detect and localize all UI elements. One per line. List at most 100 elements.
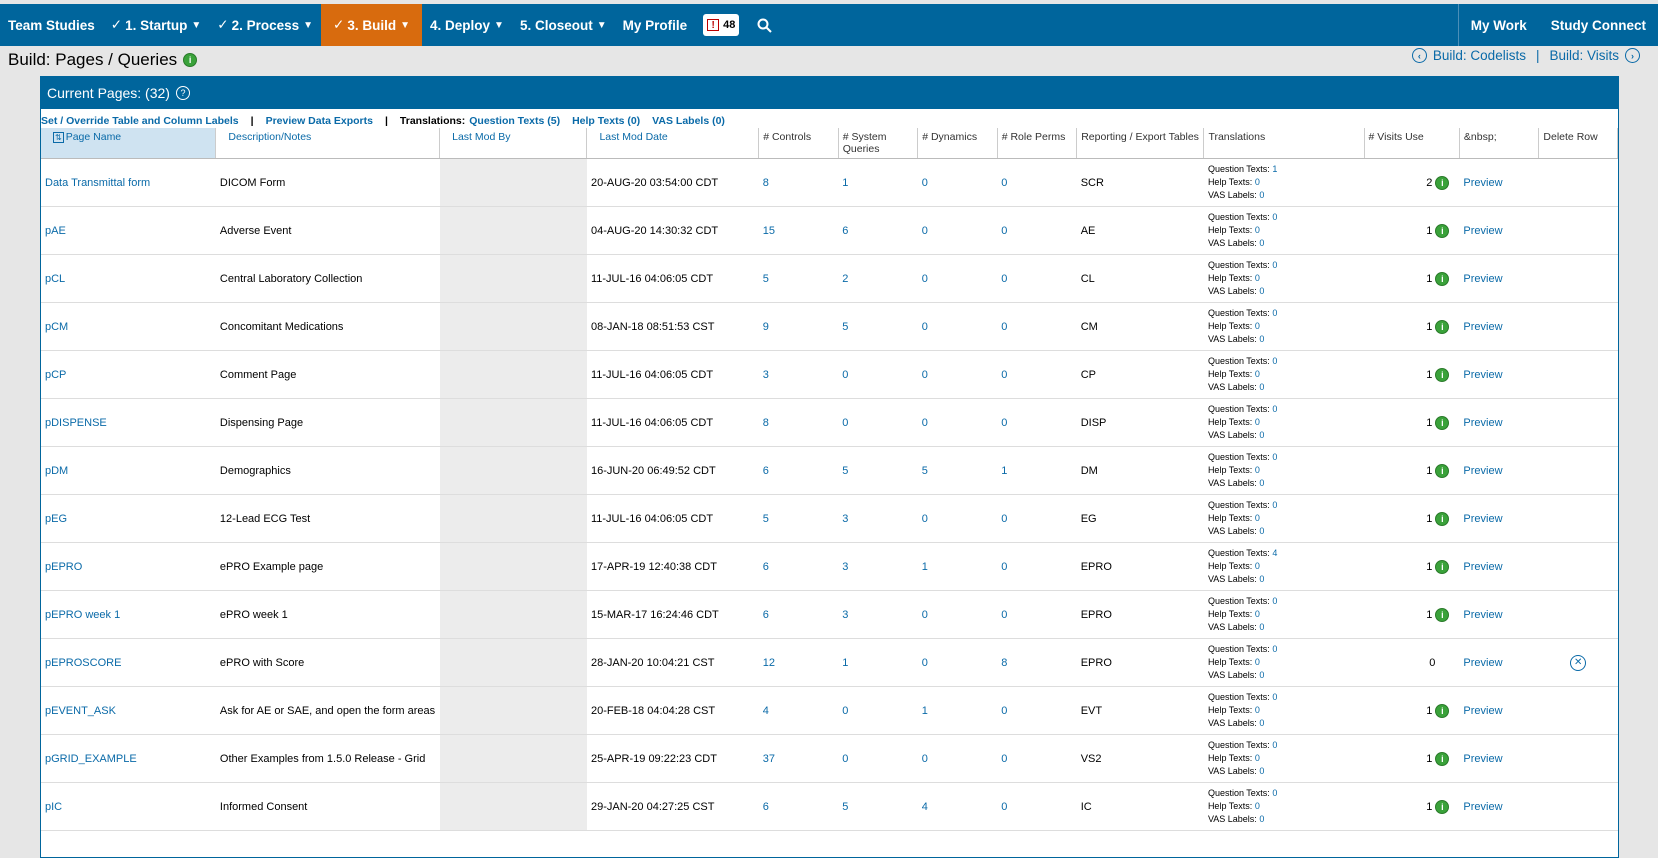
page-name-link[interactable]: pIC [41,782,216,831]
vas-labels-count[interactable]: 0 [1259,430,1264,440]
question-texts-count[interactable]: 0 [1272,308,1277,318]
page-name-link[interactable]: pDM [41,446,216,495]
info-icon[interactable]: i [1435,799,1450,814]
vas-labels-count[interactable]: 0 [1259,190,1264,200]
controls-link[interactable]: 5 [758,254,839,303]
controls-link[interactable]: 6 [758,446,839,495]
dynamics-link[interactable]: 0 [917,734,998,783]
nav-item-0[interactable]: ✓ 1. Startup ▼ [103,4,209,46]
page-name-link[interactable]: pEPRO week 1 [41,590,216,639]
question-texts-count[interactable]: 1 [1272,164,1277,174]
page-name-link[interactable]: pGRID_EXAMPLE [41,734,216,783]
page-name-link[interactable]: pCP [41,350,216,399]
dynamics-link[interactable]: 0 [917,350,998,399]
prev-build-link[interactable]: Build: Codelists [1433,48,1526,63]
help-texts-count[interactable]: 0 [1255,417,1260,427]
page-name-link[interactable]: pCM [41,302,216,351]
dynamics-link[interactable]: 0 [917,158,998,207]
help-texts-count[interactable]: 0 [1255,801,1260,811]
info-icon[interactable]: i [1435,271,1450,286]
nav-brand[interactable]: Team Studies [0,4,103,46]
question-texts-count[interactable]: 0 [1272,644,1277,654]
help-texts-count[interactable]: 0 [1255,273,1260,283]
question-texts-count[interactable]: 0 [1272,404,1277,414]
controls-link[interactable]: 6 [758,590,839,639]
system-queries-link[interactable]: 3 [838,590,918,639]
page-name-link[interactable]: pCL [41,254,216,303]
page-name-link[interactable]: pAE [41,206,216,255]
preview-link[interactable]: Preview [1459,398,1539,447]
vas-labels-count[interactable]: 0 [1259,718,1264,728]
chevron-right-icon[interactable]: › [1625,48,1640,63]
help-texts-link[interactable]: Help Texts (0) [572,115,640,127]
info-icon[interactable]: i [1435,751,1450,766]
dynamics-link[interactable]: 0 [917,398,998,447]
role-perms-link[interactable]: 0 [997,542,1077,591]
page-name-link[interactable]: pEPROSCORE [41,638,216,687]
vas-labels-count[interactable]: 0 [1259,286,1264,296]
system-queries-link[interactable]: 3 [838,494,918,543]
preview-link[interactable]: Preview [1459,686,1539,735]
question-texts-count[interactable]: 0 [1272,692,1277,702]
system-queries-link[interactable]: 5 [838,446,918,495]
question-texts-count[interactable]: 0 [1272,212,1277,222]
help-texts-count[interactable]: 0 [1255,465,1260,475]
help-texts-count[interactable]: 0 [1255,321,1260,331]
role-perms-link[interactable]: 0 [997,158,1077,207]
page-name-link[interactable]: pDISPENSE [41,398,216,447]
dynamics-link[interactable]: 1 [917,542,998,591]
chevron-left-icon[interactable]: ‹ [1411,48,1427,63]
role-perms-link[interactable]: 0 [997,254,1077,303]
info-icon[interactable]: i [1435,367,1450,382]
dynamics-link[interactable]: 0 [917,254,998,303]
preview-link[interactable]: Preview [1459,446,1539,495]
vas-labels-count[interactable]: 0 [1259,814,1264,824]
search-icon[interactable] [747,4,782,46]
my-work-link[interactable]: My Work [1459,4,1539,46]
role-perms-link[interactable]: 0 [997,782,1077,831]
preview-link[interactable]: Preview [1459,302,1539,351]
role-perms-link[interactable]: 0 [997,398,1077,447]
dynamics-link[interactable]: 0 [917,494,998,543]
col-last-mod-date[interactable]: Last Mod Date [586,128,760,159]
vas-labels-count[interactable]: 0 [1259,670,1264,680]
col-page-name[interactable]: ⇅ Page Name [41,128,217,159]
preview-link[interactable]: Preview [1459,734,1539,783]
help-texts-count[interactable]: 0 [1255,657,1260,667]
controls-link[interactable]: 6 [758,542,839,591]
preview-link[interactable]: Preview [1459,638,1539,687]
system-queries-link[interactable]: 0 [838,686,918,735]
controls-link[interactable]: 4 [758,686,839,735]
question-texts-count[interactable]: 0 [1272,500,1277,510]
system-queries-link[interactable]: 3 [838,542,918,591]
info-icon[interactable]: i [1435,463,1450,478]
role-perms-link[interactable]: 1 [997,446,1077,495]
controls-link[interactable]: 37 [758,734,839,783]
info-icon[interactable]: i [1435,175,1450,190]
vas-labels-count[interactable]: 0 [1259,382,1264,392]
system-queries-link[interactable]: 5 [838,302,918,351]
role-perms-link[interactable]: 0 [997,350,1077,399]
system-queries-link[interactable]: 0 [838,350,918,399]
controls-link[interactable]: 8 [758,398,839,447]
info-icon[interactable]: i [1435,415,1450,430]
preview-link[interactable]: Preview [1459,206,1539,255]
vas-labels-link[interactable]: VAS Labels (0) [652,115,725,127]
question-texts-count[interactable]: 0 [1272,356,1277,366]
question-texts-count[interactable]: 0 [1272,452,1277,462]
page-name-link[interactable]: pEPRO [41,542,216,591]
col-last-mod-by[interactable]: Last Mod By [439,128,588,159]
controls-link[interactable]: 5 [758,494,839,543]
help-texts-count[interactable]: 0 [1255,513,1260,523]
nav-item-2[interactable]: ✓ 3. Build ▼ [321,4,423,46]
page-name-link[interactable]: pEVENT_ASK [41,686,216,735]
role-perms-link[interactable]: 0 [997,206,1077,255]
system-queries-link[interactable]: 2 [838,254,918,303]
dynamics-link[interactable]: 0 [917,590,998,639]
role-perms-link[interactable]: 0 [997,302,1077,351]
preview-exports-link[interactable]: Preview Data Exports [266,115,373,127]
vas-labels-count[interactable]: 0 [1259,574,1264,584]
system-queries-link[interactable]: 1 [838,158,918,207]
help-texts-count[interactable]: 0 [1255,369,1260,379]
help-texts-count[interactable]: 0 [1255,705,1260,715]
